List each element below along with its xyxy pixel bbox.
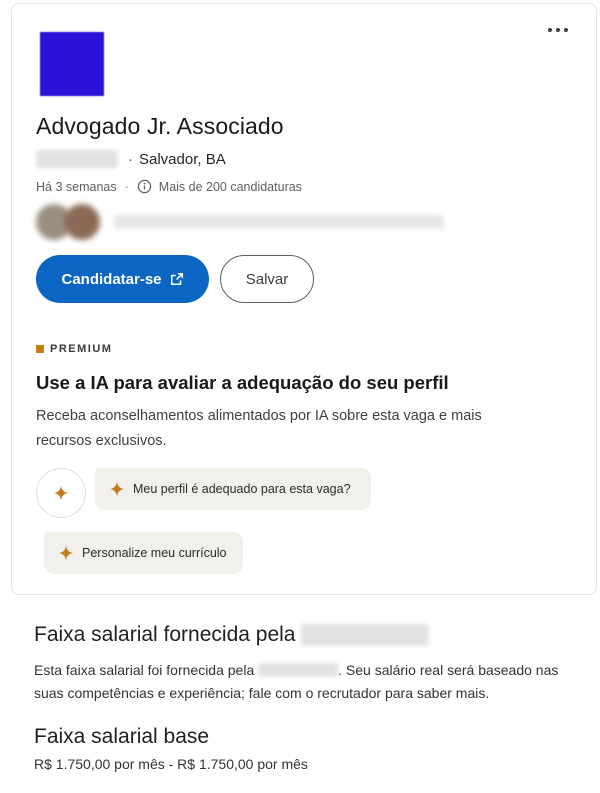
company-logo[interactable] [40, 32, 104, 96]
base-salary-title: Faixa salarial base [34, 725, 210, 748]
info-icon [137, 179, 151, 194]
sparkle-icon [58, 545, 74, 561]
posted-time: Há 3 semanas [36, 179, 117, 194]
external-link-icon [170, 272, 183, 286]
sparkle-icon [109, 481, 125, 497]
premium-header: PREMIUM [36, 343, 112, 355]
job-location: Salvador, BA [139, 150, 226, 168]
job-meta: Há 3 semanas · Mais de 200 candidaturas [36, 179, 302, 194]
salary-description: Esta faixa salarial foi fornecida pela .… [34, 659, 579, 705]
connections-insight[interactable] [36, 204, 444, 240]
company-name-redacted [258, 663, 339, 677]
job-details-card: Advogado Jr. Associado · Salvador, BA Há… [11, 3, 597, 595]
salary-desc-prefix: Esta faixa salarial foi fornecida pela [34, 662, 255, 678]
company-location-row: · Salvador, BA [36, 150, 226, 168]
sparkle-icon [53, 485, 69, 501]
chip-label: Meu perfil é adequado para esta vaga? [133, 482, 351, 496]
applicant-count: Mais de 200 candidaturas [158, 179, 302, 194]
ai-section-title: Use a IA para avaliar a adequação do seu… [36, 372, 449, 393]
base-salary-value: R$ 1.750,00 por mês - R$ 1.750,00 por mê… [34, 756, 308, 772]
chip-label: Personalize meu currículo [82, 546, 227, 560]
ai-section-description: Receba aconselhamentos alimentados por I… [36, 408, 482, 449]
premium-label: PREMIUM [50, 343, 113, 355]
avatar [64, 204, 100, 240]
ai-spark-button[interactable] [36, 468, 86, 518]
company-name-redacted[interactable] [36, 150, 118, 168]
more-options-icon[interactable] [544, 18, 572, 42]
salary-title: Faixa salarial fornecida pela [34, 620, 594, 650]
separator-dot: · [124, 179, 129, 194]
apply-button[interactable]: Candidatar-se [36, 255, 209, 303]
premium-icon [36, 345, 44, 353]
separator-dot: · [128, 150, 133, 168]
salary-section: Faixa salarial fornecida pela Esta faixa… [34, 620, 594, 705]
job-title: Advogado Jr. Associado [36, 113, 284, 139]
insight-text-redacted [114, 215, 444, 229]
salary-title-text: Faixa salarial fornecida pela [34, 623, 296, 646]
avatar-group [36, 204, 106, 240]
save-button[interactable]: Salvar [220, 255, 314, 303]
ai-suggestion-profile-fit[interactable]: Meu perfil é adequado para esta vaga? [95, 468, 371, 510]
ai-suggestion-resume[interactable]: Personalize meu currículo [44, 532, 243, 574]
company-name-redacted [301, 624, 430, 646]
apply-button-label: Candidatar-se [61, 270, 162, 288]
